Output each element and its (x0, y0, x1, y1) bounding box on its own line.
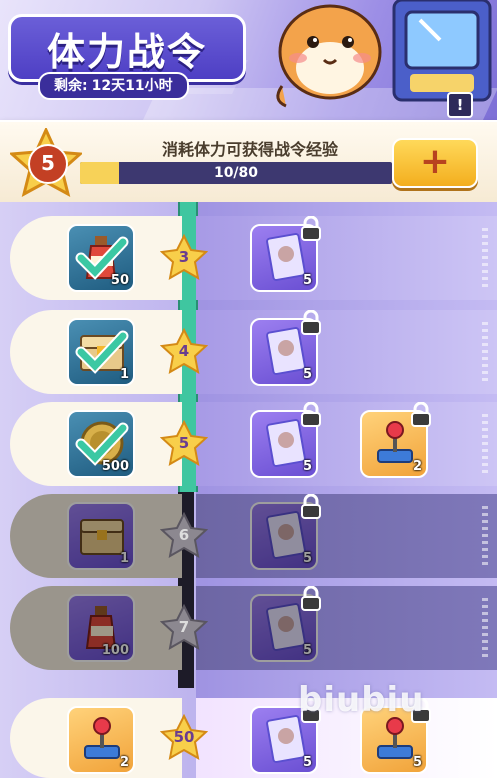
reward-row: 1 4 5 (0, 310, 497, 394)
reward-count: 5 (302, 459, 312, 474)
row-divider (482, 414, 488, 474)
remaining-time: 剩余: 12天11小时 (38, 72, 189, 100)
reward-count: 100 (101, 643, 129, 658)
exp-hint: 消耗体力可获得战令经验 (161, 140, 338, 159)
reward-row: 500 5 5 2 (0, 402, 497, 486)
reward-count: 1 (119, 551, 129, 566)
premium-lane-cell (196, 402, 497, 486)
reward-count: 5 (302, 643, 312, 658)
reward-row: 100 7 5 (0, 586, 497, 670)
lock-icon (301, 586, 321, 611)
row-divider (482, 322, 488, 382)
lock-icon (301, 310, 321, 335)
page-title: 体力战令 (46, 29, 207, 74)
level-star: 7 (159, 603, 209, 650)
level-star: 5 (159, 419, 209, 466)
premium-lane-cell (196, 494, 497, 578)
buy-exp-button[interactable]: + (392, 138, 478, 188)
exp-progress: 10/80 (80, 162, 392, 184)
exp-progress-text: 10/80 (213, 165, 259, 181)
level-progress-bar: 5 消耗体力可获得战令经验 10/80 + (0, 120, 497, 204)
hamster-mascot-icon (276, 4, 382, 108)
level-star: 3 (159, 233, 209, 280)
reward-item[interactable]: 1 (67, 502, 135, 570)
row-divider (482, 228, 488, 288)
remaining-value: 12天11小时 (91, 78, 173, 94)
reward-item[interactable]: 1 (67, 318, 135, 386)
level-star-number: 7 (178, 618, 190, 636)
reward-item[interactable]: 2 (67, 706, 135, 774)
info-button[interactable]: ! (447, 92, 473, 118)
level-star-number: 3 (178, 248, 190, 266)
lock-icon (411, 402, 431, 427)
lock-icon (301, 402, 321, 427)
premium-lane-cell (196, 586, 497, 670)
reward-count: 5 (302, 755, 312, 770)
reward-row: 50 3 5 (0, 216, 497, 300)
current-level: 5 (28, 144, 68, 184)
reward-count: 5 (302, 367, 312, 382)
arcade-machine-icon (392, 0, 492, 102)
reward-count: 5 (412, 755, 422, 770)
row-divider (482, 506, 488, 566)
level-star: 6 (159, 511, 209, 558)
level-star-number: 6 (178, 526, 190, 544)
level-star-number: 4 (178, 342, 190, 360)
watermark: biubiu (298, 680, 425, 720)
reward-item[interactable]: 50 (67, 224, 135, 292)
reward-count: 2 (119, 755, 129, 770)
row-divider (482, 598, 488, 658)
reward-count: 2 (412, 459, 422, 474)
lock-icon (301, 216, 321, 241)
reward-count: 500 (101, 459, 129, 474)
reward-row: 1 6 5 (0, 494, 497, 578)
remaining-label: 剩余: (54, 78, 88, 94)
header: 体力战令 剩余: 12天11小时 ! (0, 0, 497, 120)
reward-item[interactable]: 500 (67, 410, 135, 478)
reward-count: 1 (119, 367, 129, 382)
premium-lane-cell (196, 310, 497, 394)
reward-count: 50 (110, 273, 129, 288)
level-star: 50 (159, 713, 209, 760)
level-star-number: 50 (173, 728, 195, 746)
reward-count: 5 (302, 551, 312, 566)
level-star: 4 (159, 327, 209, 374)
reward-item[interactable]: 100 (67, 594, 135, 662)
reward-count: 5 (302, 273, 312, 288)
premium-lane-cell (196, 216, 497, 300)
lock-icon (301, 494, 321, 519)
level-star-number: 5 (178, 434, 190, 452)
